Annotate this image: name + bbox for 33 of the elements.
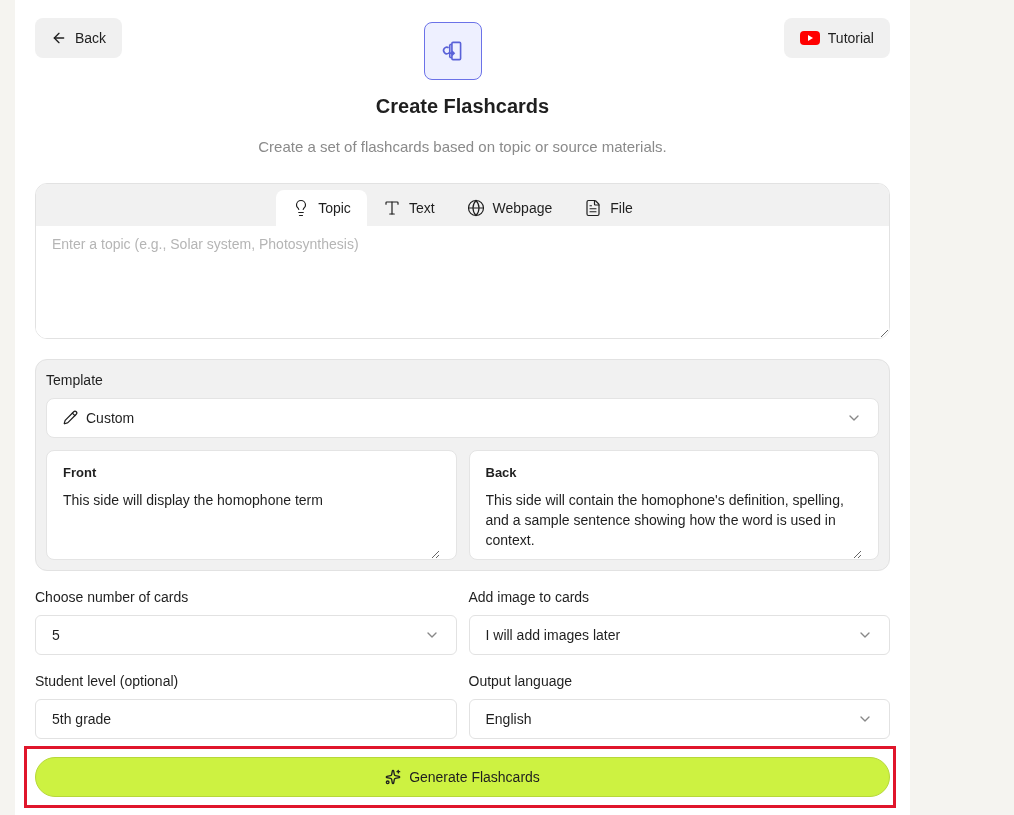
source-tab[interactable]: Text (366, 189, 451, 226)
globe-icon (466, 198, 485, 217)
page-subtitle: Create a set of flashcards based on topic or source materials. (257, 137, 668, 157)
field-label: Student level (optional) (35, 671, 180, 691)
pencil-icon (63, 410, 78, 425)
back-button[interactable]: Back (35, 18, 123, 58)
card-side-label: Front (63, 463, 98, 482)
field-label: Choose number of cards (35, 587, 190, 607)
document-icon (584, 198, 603, 217)
source-tab[interactable]: Topic (276, 189, 367, 226)
dropdown-value: English (485, 709, 533, 729)
card-side-editor[interactable]: Back This side will contain the homophone's definition, spelling, and a sample sentence showing how the word is used in context. (468, 449, 879, 560)
generate-button[interactable]: Generate Flashcards (35, 756, 890, 797)
dropdown-value: 5 (52, 625, 61, 645)
dropdown-field[interactable]: English (468, 698, 890, 739)
field-label: Output language (468, 671, 574, 691)
input-field[interactable]: 5th grade (35, 698, 457, 739)
field-label: Add image to cards (468, 587, 591, 607)
card-side-label: Back (485, 463, 518, 482)
sparkles-icon (385, 768, 402, 785)
tutorial-button[interactable]: Tutorial (783, 18, 890, 58)
video-play-icon (799, 31, 820, 45)
template-value: Custom (86, 408, 136, 428)
dropdown-field[interactable]: 5 (35, 614, 457, 655)
template-select[interactable]: Custom (46, 397, 879, 438)
source-tab[interactable]: Webpage (450, 189, 569, 226)
source-tab[interactable]: File (568, 189, 649, 226)
dropdown-field[interactable]: I will add images later (468, 614, 890, 655)
dropdown-value: I will add images later (485, 625, 622, 645)
card-side-editor[interactable]: Front This side will display the homophone term (46, 449, 457, 560)
template-label: Template (46, 370, 104, 390)
text-icon (382, 198, 401, 217)
page-title: Create Flashcards (374, 94, 551, 119)
